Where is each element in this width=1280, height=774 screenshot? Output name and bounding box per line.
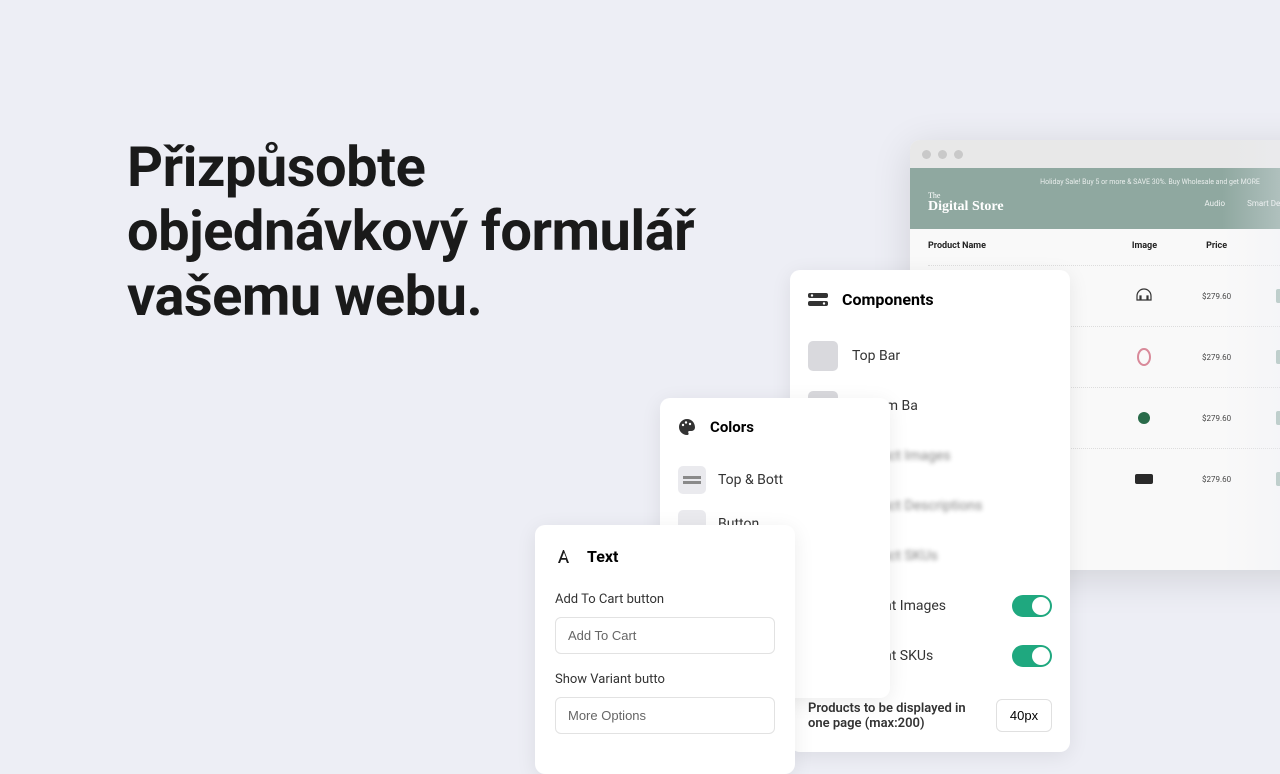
show-variant-input[interactable] [555, 697, 775, 734]
text-panel: Text Add To Cart button Show Variant but… [535, 525, 795, 774]
variant-skus-toggle[interactable] [1012, 645, 1052, 667]
component-item-top-bar[interactable]: Top Bar [808, 331, 1052, 381]
browser-chrome [910, 140, 1280, 168]
col-header-price: Price [1183, 241, 1250, 251]
store-header: Holiday Sale! Buy 5 or more & SAVE 30%. … [910, 168, 1280, 229]
product-price: $279.60 [1183, 292, 1250, 301]
panel-title: Colors [710, 418, 754, 436]
add-to-cart-label: Add To Cart button [555, 592, 775, 607]
qty-minus-button[interactable]: − [1276, 472, 1280, 486]
panel-title: Text [587, 547, 618, 566]
col-header-qty [1250, 241, 1280, 251]
product-image [1132, 284, 1156, 308]
palette-icon [678, 418, 696, 436]
product-price: $279.60 [1183, 414, 1250, 423]
window-dot [922, 150, 931, 159]
product-price: $279.60 [1183, 353, 1250, 362]
products-per-page-input[interactable] [996, 699, 1052, 732]
show-variant-label: Show Variant butto [555, 672, 775, 687]
color-item-top-bottom[interactable]: Top & Bott [678, 458, 872, 502]
product-image [1132, 467, 1156, 491]
window-dot [954, 150, 963, 159]
qty-minus-button[interactable]: − [1276, 411, 1280, 425]
col-header-image: Image [1106, 241, 1184, 251]
qty-minus-button[interactable]: − [1276, 350, 1280, 364]
window-dot [938, 150, 947, 159]
product-image [1132, 406, 1156, 430]
components-icon [808, 293, 828, 307]
text-icon [555, 548, 573, 566]
add-to-cart-input[interactable] [555, 617, 775, 654]
variant-images-toggle[interactable] [1012, 595, 1052, 617]
store-banner: Holiday Sale! Buy 5 or more & SAVE 30%. … [928, 178, 1280, 186]
col-header-name: Product Name [928, 241, 1106, 251]
store-menu-item[interactable]: Audio [1204, 199, 1225, 208]
hero-title: Přizpůsobte objednávkový formulář vašemu… [127, 135, 777, 328]
product-image [1132, 345, 1156, 369]
store-menu: Audio Smart Devices Smart Devices [1204, 199, 1280, 208]
panel-title: Components [842, 290, 934, 309]
store-menu-item[interactable]: Smart Devices [1247, 199, 1280, 208]
qty-minus-button[interactable]: − [1276, 289, 1280, 303]
store-logo: The Digital Store [928, 192, 1004, 215]
products-per-page-label: Products to be displayed in one page (ma… [808, 701, 986, 731]
product-price: $279.60 [1183, 475, 1250, 484]
